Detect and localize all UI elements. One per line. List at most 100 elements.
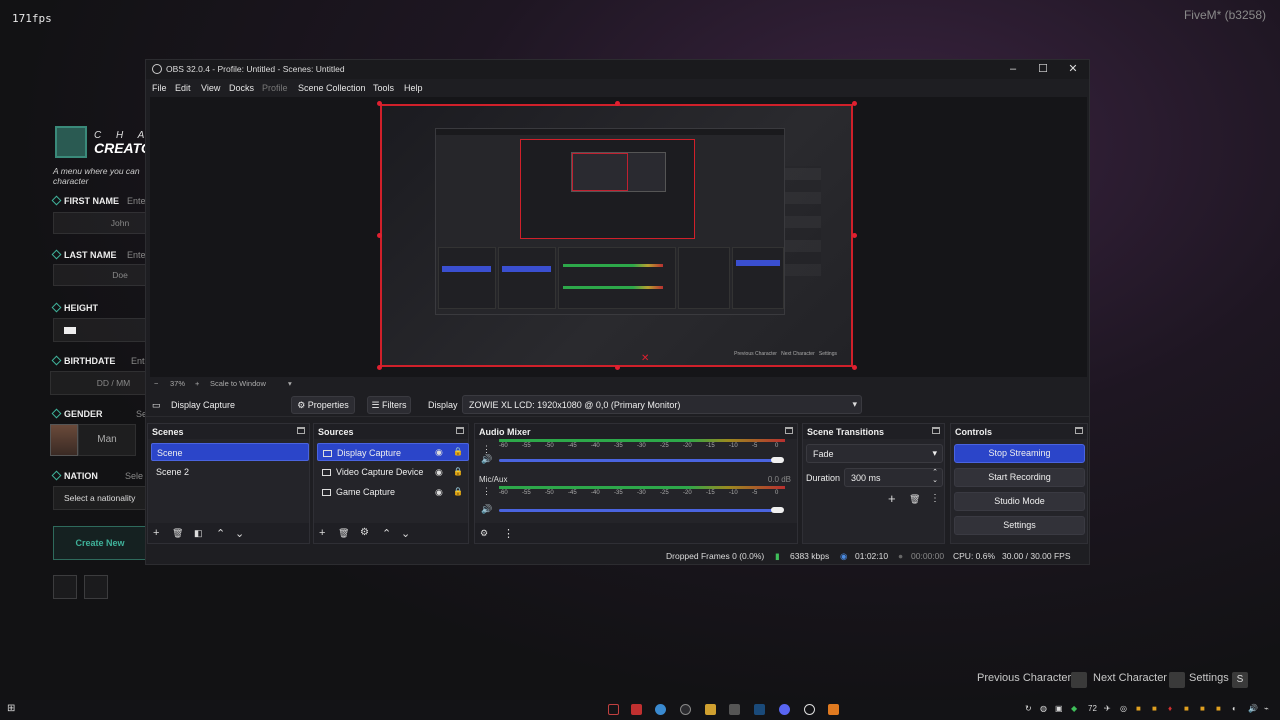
advanced-audio-icon[interactable]: ⚙: [480, 528, 488, 539]
start-recording-button[interactable]: Start Recording: [954, 468, 1085, 487]
creator-slot-2[interactable]: [84, 575, 108, 599]
menu-tools[interactable]: Tools: [373, 83, 394, 93]
obs-titlebar[interactable]: OBS 32.0.4 - Profile: Untitled - Scenes:…: [146, 60, 1089, 79]
tray-icon[interactable]: ■: [1216, 704, 1221, 713]
audio-app-icon[interactable]: [729, 704, 740, 715]
lock-icon[interactable]: 🔒: [453, 447, 463, 456]
display-select[interactable]: ZOWIE XL LCD: 1920x1080 @ 0,0 (Primary M…: [462, 395, 862, 414]
properties-button[interactable]: ⚙ Properties: [291, 396, 355, 414]
undock-icon[interactable]: [785, 427, 793, 434]
eye-icon[interactable]: ◉: [435, 467, 443, 478]
folder-icon[interactable]: [705, 704, 716, 715]
discord-icon[interactable]: [779, 704, 790, 715]
settings-button[interactable]: Settings: [954, 516, 1085, 535]
zoom-dropdown-icon[interactable]: ▾: [288, 379, 292, 388]
volume-slider[interactable]: [499, 459, 779, 462]
volume-slider-knob[interactable]: [771, 457, 784, 463]
tray-icon[interactable]: ◐: [1232, 704, 1237, 713]
trash-icon[interactable]: 🗑: [172, 528, 183, 539]
scene-item[interactable]: Scene 2: [151, 463, 309, 481]
resize-handle-tl[interactable]: [377, 101, 382, 106]
duration-input[interactable]: 300 ms ⌃ ⌄: [844, 468, 943, 487]
move-down-icon[interactable]: ⌄: [235, 527, 244, 540]
menu-edit[interactable]: Edit: [175, 83, 191, 93]
height-field[interactable]: [53, 318, 147, 342]
scene-item[interactable]: Scene: [151, 443, 309, 461]
mic-volume-slider[interactable]: [499, 509, 779, 512]
spinner-icon[interactable]: ⌃ ⌄: [932, 469, 938, 485]
previous-character-key[interactable]: [1071, 672, 1087, 688]
tray-icon[interactable]: ♦: [1168, 704, 1172, 713]
display-capture-preview[interactable]: ✕ Previous Character Next Character Sett…: [380, 104, 853, 367]
height-slider-knob[interactable]: [64, 327, 76, 334]
undock-icon[interactable]: [932, 427, 940, 434]
menu-help[interactable]: Help: [404, 83, 423, 93]
tray-icon[interactable]: ◆: [1071, 704, 1077, 713]
shield-icon[interactable]: [608, 704, 619, 715]
menu-profile[interactable]: Profile: [262, 83, 288, 93]
windows-start-icon[interactable]: ⊞: [7, 703, 15, 714]
tray-icon[interactable]: ▣: [1055, 704, 1063, 713]
tray-icon[interactable]: ✈: [1104, 704, 1111, 713]
tray-icon[interactable]: ■: [1200, 704, 1205, 713]
birthdate-field[interactable]: DD / MM: [50, 371, 147, 395]
undock-icon[interactable]: [1075, 427, 1083, 434]
source-item[interactable]: Video Capture Device: [317, 463, 469, 481]
next-character-key[interactable]: [1169, 672, 1185, 688]
menu-scene-collection[interactable]: Scene Collection: [298, 83, 366, 93]
volume-icon[interactable]: 🔊: [1248, 704, 1258, 713]
zoom-in-button[interactable]: +: [195, 379, 199, 388]
source-item[interactable]: Display Capture: [317, 443, 469, 461]
move-up-icon[interactable]: ⌃: [216, 527, 225, 540]
obs-taskbar-icon[interactable]: [680, 704, 691, 715]
studio-mode-button[interactable]: Studio Mode: [954, 492, 1085, 511]
speaker-icon[interactable]: 🔊: [481, 454, 492, 465]
refresh-app-icon[interactable]: [804, 704, 815, 715]
mic-volume-slider-knob[interactable]: [771, 507, 784, 513]
source-item[interactable]: Game Capture: [317, 483, 469, 501]
transition-select[interactable]: Fade ▾: [806, 444, 943, 463]
filters-button[interactable]: ☰ Filters: [367, 396, 411, 414]
undock-icon[interactable]: [456, 427, 464, 434]
tray-icon[interactable]: ■: [1136, 704, 1141, 713]
filter-icon[interactable]: ◧: [194, 528, 203, 539]
mixer-menu-icon[interactable]: ⋮: [482, 486, 491, 497]
gender-option-man[interactable]: Man: [78, 424, 136, 456]
add-icon[interactable]: +: [319, 527, 325, 539]
lock-icon[interactable]: 🔒: [453, 487, 463, 496]
lock-icon[interactable]: 🔒: [453, 467, 463, 476]
settings-key[interactable]: S: [1232, 672, 1248, 688]
menu-docks[interactable]: Docks: [229, 83, 254, 93]
game-app-icon[interactable]: [828, 704, 839, 715]
nation-select[interactable]: Select a nationality: [53, 486, 147, 510]
eye-icon[interactable]: ◉: [435, 447, 443, 458]
first-name-field[interactable]: John: [53, 212, 147, 234]
sync-icon[interactable]: ↻: [1025, 704, 1032, 713]
last-name-field[interactable]: Doe: [53, 264, 147, 286]
create-new-button[interactable]: Create New: [53, 526, 147, 560]
undock-icon[interactable]: [297, 427, 305, 434]
tray-icon[interactable]: ◍: [1040, 704, 1047, 713]
stop-streaming-button[interactable]: Stop Streaming: [954, 444, 1085, 463]
speaker-icon[interactable]: 🔊: [481, 504, 492, 515]
resize-handle-bl[interactable]: [377, 365, 382, 370]
move-down-icon[interactable]: ⌄: [401, 527, 410, 540]
transition-menu-icon[interactable]: ⋮: [930, 493, 940, 504]
trash-icon[interactable]: 🗑: [338, 528, 349, 539]
trash-icon[interactable]: 🗑: [909, 494, 920, 505]
resize-handle-tr[interactable]: [852, 101, 857, 106]
resize-handle-t[interactable]: [615, 101, 620, 106]
zoom-out-button[interactable]: −: [154, 379, 158, 388]
tray-icon[interactable]: ■: [1152, 704, 1157, 713]
obs-preview[interactable]: ✕ Previous Character Next Character Sett…: [150, 97, 1087, 377]
maximize-icon[interactable]: ☐: [1035, 62, 1051, 76]
gender-avatar[interactable]: [50, 424, 78, 456]
chrome-icon[interactable]: [655, 704, 666, 715]
steam-icon[interactable]: [754, 704, 765, 715]
zoom-mode[interactable]: Scale to Window: [210, 379, 266, 388]
eye-icon[interactable]: ◉: [435, 487, 443, 498]
add-icon[interactable]: +: [888, 491, 896, 506]
mail-app-icon[interactable]: [631, 704, 642, 715]
close-icon[interactable]: ✕: [1065, 62, 1081, 76]
minimize-icon[interactable]: –: [1005, 62, 1021, 76]
